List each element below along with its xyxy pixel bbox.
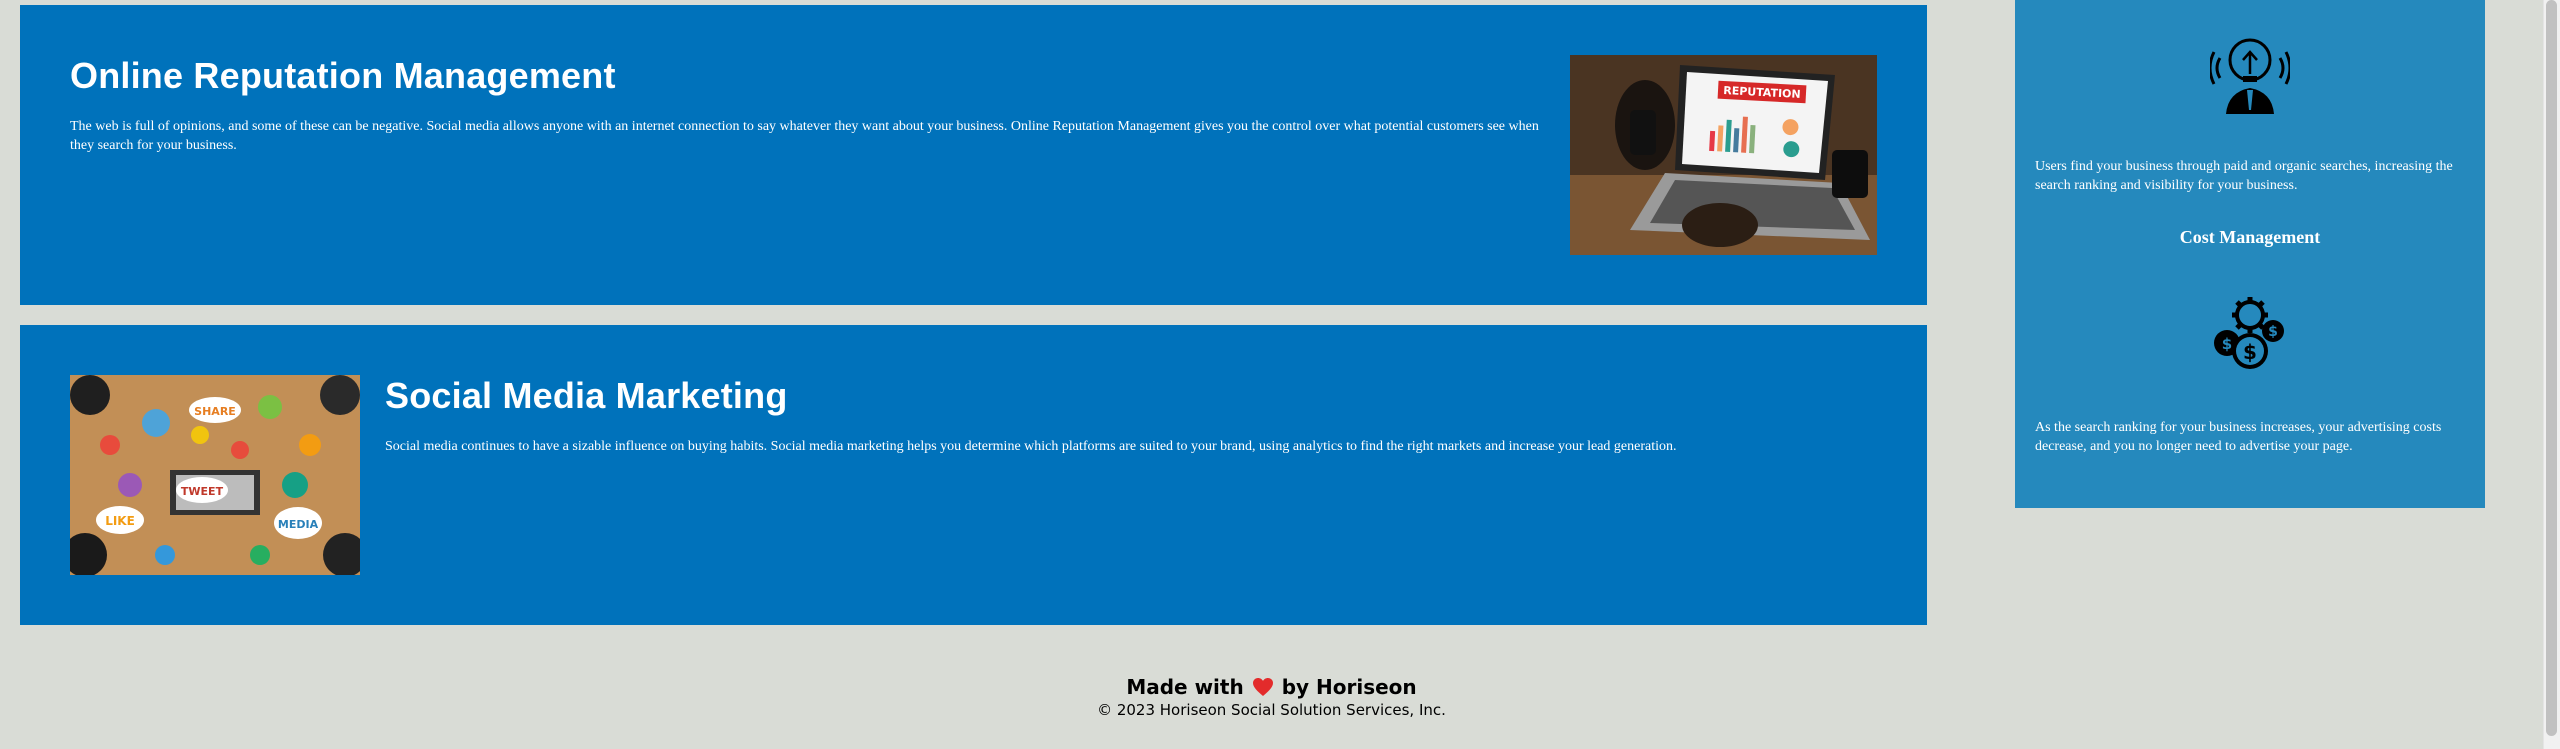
section-online-reputation-management: Online Reputation Management The web is … [20,5,1927,305]
cost-management-icon: $ $ $ [2015,295,2485,371]
copyright-text: © 2023 Horiseon Social Solution Services… [1097,701,1446,719]
section-social-media-marketing: SHARE TWEET LIKE MEDIA Social Media Mark… [20,325,1927,625]
lead-generation-text: Users find your business through paid an… [2035,159,2453,193]
benefits-sidebar: Users find your business through paid an… [2015,0,2485,508]
heart-icon [1252,678,1273,696]
social-media-image: SHARE TWEET LIKE MEDIA [70,375,360,575]
social-media-image-art: SHARE TWEET LIKE MEDIA [70,375,360,575]
cost-management-text: As the search ranking for your business … [2035,420,2442,454]
page-footer: Made with by Horiseon © 2023 Horiseon So… [0,675,2543,719]
cost-management-title: Cost Management [2179,227,2321,247]
section-body: The web is full of opinions, and some of… [70,119,1539,153]
made-with-line: Made with by Horiseon [1126,675,1416,699]
section-body: Social media continues to have a sizable… [385,439,1677,454]
made-with-label: Made with [1126,675,1244,699]
scrollbar-thumb[interactable] [2546,0,2557,736]
reputation-laptop-image: REPUTATION [1570,55,1877,255]
by-horiseon-label: by Horiseon [1281,675,1417,699]
section-title: Social Media Marketing [385,375,788,416]
svg-text:$: $ [2222,335,2232,353]
share-bubble-text: SHARE [194,405,236,418]
scrollbar[interactable] [2543,0,2560,749]
lead-generation-icon [2015,30,2485,114]
media-bubble-text: MEDIA [278,518,319,531]
reputation-image-art: REPUTATION [1570,55,1877,255]
like-bubble-text: LIKE [105,514,135,528]
svg-text:$: $ [2243,340,2257,364]
tweet-bubble-text: TWEET [181,485,224,498]
svg-text:$: $ [2268,324,2278,340]
section-title: Online Reputation Management [70,55,616,96]
